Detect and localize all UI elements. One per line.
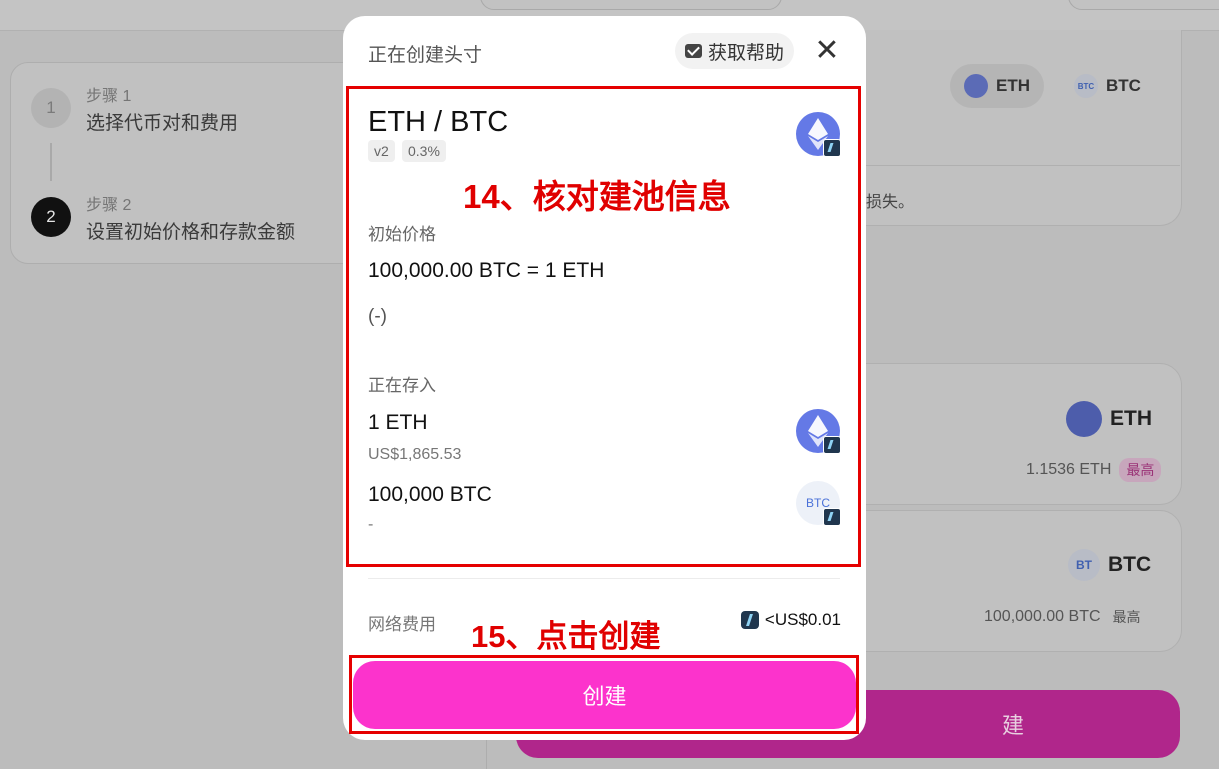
token-a-pill[interactable]: ETH: [950, 64, 1044, 108]
deposit-btc-token: BT BTC: [1068, 549, 1151, 581]
message-icon: [685, 44, 702, 58]
network-fee-value: <US$0.01: [764, 610, 841, 629]
btc-balance-value: 100,000.00 BTC: [984, 608, 1101, 625]
eth-icon: [964, 74, 988, 98]
max-button[interactable]: 最高: [1119, 458, 1162, 482]
deposit-eth-balance: 1.1536 ETH 最高: [1026, 458, 1162, 482]
review-button-label: 建: [1001, 713, 1024, 738]
help-button-label: 获取帮助: [708, 42, 785, 64]
deposit-btc-card[interactable]: [830, 510, 1182, 652]
network-fee-label: 网络费用: [368, 615, 436, 634]
eth-balance-value: 1.1536 ETH: [1026, 461, 1112, 478]
pair-card-divider: [840, 165, 1180, 166]
annotation-step-15: 15、点击创建: [471, 619, 661, 654]
step-number-1: 1: [31, 88, 71, 128]
network-fee: <US$0.01: [740, 610, 841, 630]
step-label-2: 步骤 2: [86, 197, 132, 214]
max-button[interactable]: 最高: [1109, 605, 1145, 629]
help-button[interactable]: 获取帮助: [675, 33, 795, 69]
search-bar-remnant: [480, 0, 782, 10]
modal-title: 正在创建头寸: [368, 45, 483, 66]
token-b-symbol: BTC: [1106, 76, 1141, 95]
close-icon[interactable]: ✕: [813, 36, 841, 66]
deposit-eth-symbol: ETH: [1110, 407, 1152, 430]
create-highlight-box: [349, 655, 859, 734]
token-a-symbol: ETH: [996, 76, 1030, 95]
arbitrum-icon: [740, 611, 759, 629]
token-b-pill[interactable]: BTC BTC: [1060, 64, 1155, 108]
divider: [368, 578, 840, 579]
btc-icon: BT: [1068, 549, 1100, 581]
steps-card: 1 步骤 1 选择代币对和费用 2 步骤 2 设置初始价格和存款金额: [10, 62, 372, 264]
annotation-step-14: 14、核对建池信息: [463, 178, 731, 215]
step-number-2: 2: [31, 197, 71, 237]
step-connector: [50, 143, 52, 181]
eth-icon: [1066, 401, 1102, 437]
review-highlight-box: [346, 86, 861, 567]
step-title-2: 设置初始价格和存款金额: [86, 222, 296, 243]
step-title-1: 选择代币对和费用: [86, 113, 239, 134]
deposit-btc-balance: 100,000.00 BTC 最高: [984, 605, 1145, 629]
deposit-btc-symbol: BTC: [1108, 553, 1152, 576]
warning-text-fragment: 损失。: [866, 194, 915, 211]
deposit-eth-token: ETH: [1066, 401, 1152, 437]
step-label-1: 步骤 1: [86, 88, 132, 105]
btc-icon: BTC: [1074, 74, 1098, 98]
wallet-pill-remnant: [1068, 0, 1219, 10]
